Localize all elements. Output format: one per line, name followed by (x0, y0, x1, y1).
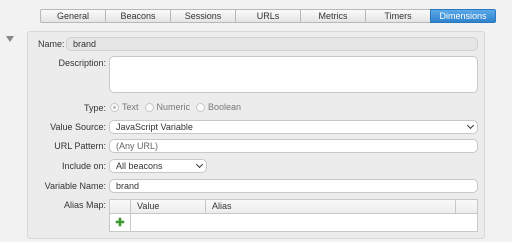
variable-name-label: Variable Name: (44, 181, 106, 191)
alias-table-header: Value Alias (110, 200, 477, 214)
alias-table-row: ✚ (110, 214, 477, 231)
type-radio-boolean[interactable]: Boolean (196, 102, 241, 112)
include-on-select[interactable]: All beacons (109, 159, 207, 173)
include-on-value: All beacons (116, 161, 163, 171)
tab-urls[interactable]: URLs (235, 9, 300, 23)
chevron-down-icon (195, 160, 204, 169)
alias-map-table: Value Alias ✚ (109, 199, 478, 232)
chevron-down-icon (466, 121, 475, 130)
type-label: Type: (83, 103, 106, 113)
value-source-value: JavaScript Variable (116, 122, 193, 132)
tab-beacons[interactable]: Beacons (105, 9, 170, 23)
type-radio-group: Text Numeric Boolean (110, 102, 247, 112)
alias-header-end (456, 200, 477, 213)
tab-timers[interactable]: Timers (365, 9, 430, 23)
alias-map-label: Alias Map: (63, 200, 106, 210)
plus-icon[interactable]: ✚ (110, 214, 131, 231)
name-label: Name: (38, 39, 65, 49)
variable-name-input[interactable]: brand (109, 179, 478, 193)
description-label: Description: (58, 58, 106, 68)
type-option-label: Boolean (208, 102, 242, 112)
alias-header-alias: Alias (206, 200, 456, 213)
alias-header-spacer (110, 200, 131, 213)
url-pattern-input[interactable]: (Any URL) (109, 139, 478, 153)
type-radio-text[interactable]: Text (110, 102, 139, 112)
value-source-label: Value Source: (50, 122, 106, 132)
alias-header-value: Value (131, 200, 206, 213)
radio-checked-icon (110, 102, 119, 112)
radio-unchecked-icon (196, 102, 206, 112)
include-on-label: Include on: (61, 161, 106, 171)
type-option-label: Text (122, 102, 139, 112)
description-textarea[interactable] (109, 56, 478, 93)
name-field[interactable]: brand (66, 37, 478, 51)
alias-empty-cell (131, 214, 477, 231)
tab-sessions[interactable]: Sessions (170, 9, 235, 23)
tab-dimensions[interactable]: Dimensions (430, 9, 496, 23)
url-pattern-label: URL Pattern: (54, 141, 106, 151)
type-option-label: Numeric (156, 102, 191, 112)
collapse-triangle-icon[interactable] (6, 36, 14, 42)
radio-unchecked-icon (144, 102, 154, 112)
tab-bar: General Beacons Sessions URLs Metrics Ti… (40, 9, 496, 23)
value-source-select[interactable]: JavaScript Variable (109, 120, 478, 134)
tab-metrics[interactable]: Metrics (300, 9, 365, 23)
tab-general[interactable]: General (40, 9, 105, 23)
type-radio-numeric[interactable]: Numeric (144, 102, 191, 112)
